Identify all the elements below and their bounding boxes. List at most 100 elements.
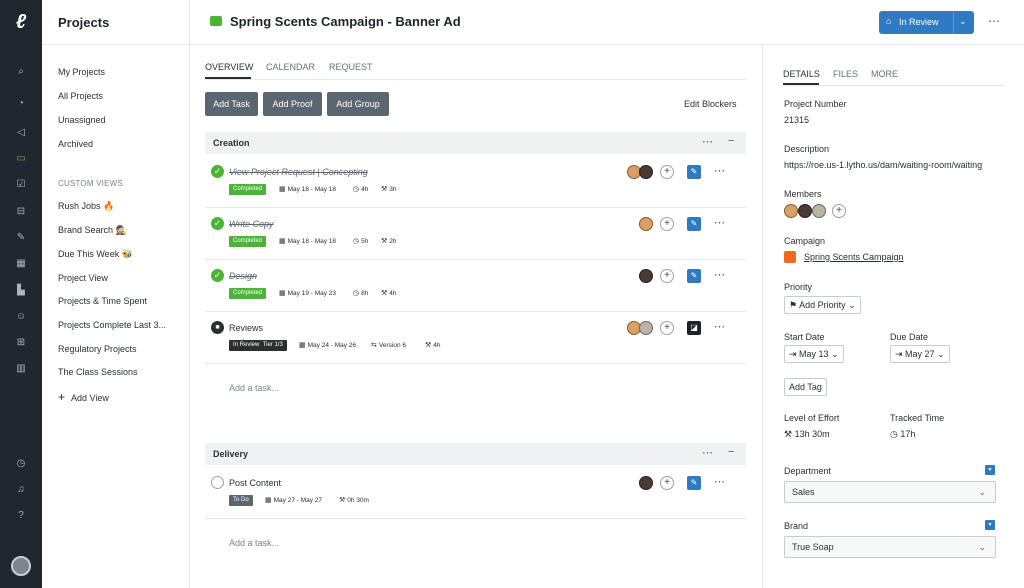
search-icon[interactable]: ⌕ xyxy=(11,64,31,80)
chevron-down-icon[interactable]: ⌄ xyxy=(959,16,967,27)
tasks-icon[interactable]: ☑ xyxy=(11,177,31,193)
avatar[interactable] xyxy=(639,476,653,490)
avatar[interactable] xyxy=(798,204,812,218)
check-icon[interactable]: ✓ xyxy=(211,165,224,178)
task-row[interactable]: ✓ View Project Request | Concepting Comp… xyxy=(205,156,746,208)
task-edit-icon[interactable]: ✎ xyxy=(687,476,701,490)
avatar[interactable] xyxy=(639,165,653,179)
task-row[interactable]: ✓ Design Completed ▦ May 19 - May 23 ◷ 8h … xyxy=(205,260,746,312)
more-options-icon[interactable]: ⋯ xyxy=(714,164,725,177)
collapse-icon[interactable]: − xyxy=(728,135,734,147)
view-item[interactable]: The Class Sessions xyxy=(58,367,138,377)
view-item[interactable]: Regulatory Projects xyxy=(58,344,137,354)
clock-icon[interactable]: ◷ xyxy=(11,456,31,472)
task-name[interactable]: Reviews xyxy=(229,323,263,333)
department-select[interactable]: Sales ⌄ xyxy=(784,481,996,503)
more-options-icon[interactable]: ⋯ xyxy=(702,135,713,148)
task-name[interactable]: View Project Request | Concepting xyxy=(229,167,368,177)
pin-icon[interactable]: ▾ xyxy=(985,520,995,530)
task-dates: ▦ May 18 - May 18 xyxy=(279,185,336,193)
add-assignee-icon[interactable]: + xyxy=(660,476,674,490)
proof-icon[interactable]: ◪ xyxy=(687,321,701,335)
inbox-icon[interactable]: ⊟ xyxy=(11,204,31,220)
priority-dropdown[interactable]: ⚑ Add Priority ⌄ xyxy=(784,296,861,314)
description-value[interactable]: https://roe.us-1.lytho.us/dam/waiting-ro… xyxy=(784,160,982,170)
tab-more[interactable]: MORE xyxy=(871,69,898,79)
campaign-link[interactable]: Spring Scents Campaign xyxy=(804,252,904,262)
check-icon[interactable]: ✓ xyxy=(211,217,224,230)
status-badge: Completed xyxy=(229,236,267,247)
logo-icon[interactable]: ℓ xyxy=(9,10,33,34)
user-avatar[interactable] xyxy=(11,556,31,576)
reports-icon[interactable]: ▙ xyxy=(11,283,31,299)
task-row[interactable]: Post Content To Do ▦ May 27 - May 27 ⚒ 0h … xyxy=(205,467,746,519)
task-edit-icon[interactable]: ✎ xyxy=(687,269,701,283)
sidebar-item-my-projects[interactable]: My Projects xyxy=(58,67,105,77)
view-item[interactable]: Projects Complete Last 3... xyxy=(58,320,166,330)
sidebar-item-unassigned[interactable]: Unassigned xyxy=(58,115,106,125)
view-item[interactable]: Projects & Time Spent xyxy=(58,296,147,306)
task-row[interactable]: ✓ Write Copy Completed ▦ May 18 - May 18 … xyxy=(205,208,746,260)
add-task-button[interactable]: Add Task xyxy=(205,92,258,116)
status-button[interactable]: ⌂ In Review ⌄ xyxy=(879,11,974,34)
task-name[interactable]: Write Copy xyxy=(229,219,274,229)
user-icon[interactable]: ☺ xyxy=(11,309,31,325)
add-group-button[interactable]: Add Group xyxy=(327,92,389,116)
tab-details[interactable]: DETAILS xyxy=(783,69,820,79)
calendar-icon[interactable]: ▦ xyxy=(11,256,31,272)
view-item[interactable]: Brand Search 🕵 xyxy=(58,225,127,236)
add-task-input[interactable]: Add a task... xyxy=(229,383,279,393)
request-icon[interactable]: ✎ xyxy=(11,230,31,246)
avatar[interactable] xyxy=(639,321,653,335)
tab-files[interactable]: FILES xyxy=(833,69,858,79)
brand-select[interactable]: True Soap ⌄ xyxy=(784,536,996,558)
sidebar-item-archived[interactable]: Archived xyxy=(58,139,93,149)
task-name[interactable]: Post Content xyxy=(229,478,281,488)
help-icon[interactable]: ? xyxy=(11,508,31,524)
due-date-picker[interactable]: ⇥ May 27 ⌄ xyxy=(890,345,950,363)
add-assignee-icon[interactable]: + xyxy=(660,217,674,231)
more-options-icon[interactable]: ⋯ xyxy=(988,14,1001,28)
start-date-picker[interactable]: ⇥ May 13 ⌄ xyxy=(784,345,844,363)
avatar[interactable] xyxy=(812,204,826,218)
add-assignee-icon[interactable]: + xyxy=(660,321,674,335)
task-edit-icon[interactable]: ✎ xyxy=(687,165,701,179)
tab-request[interactable]: REQUEST xyxy=(329,62,373,72)
megaphone-icon[interactable]: ◁ xyxy=(11,125,31,141)
tab-overview[interactable]: OVERVIEW xyxy=(205,62,253,72)
add-assignee-icon[interactable]: + xyxy=(660,269,674,283)
more-options-icon[interactable]: ⋯ xyxy=(714,216,725,229)
avatar[interactable] xyxy=(639,217,653,231)
avatar[interactable] xyxy=(639,269,653,283)
collapse-icon[interactable]: − xyxy=(728,446,734,458)
lock-icon[interactable]: ■ xyxy=(211,321,224,334)
avatar[interactable] xyxy=(784,204,798,218)
dashboard-icon[interactable]: ◔ xyxy=(11,96,31,112)
add-member-icon[interactable]: + xyxy=(832,204,846,218)
sidebar-item-all-projects[interactable]: All Projects xyxy=(58,91,103,101)
folder-icon[interactable]: ▭ xyxy=(11,151,31,167)
more-options-icon[interactable]: ⋯ xyxy=(714,320,725,333)
task-name[interactable]: Design xyxy=(229,271,257,281)
bell-icon[interactable]: ♫ xyxy=(11,482,31,498)
task-row[interactable]: ■ Reviews In Review Tier 1/3 ▦ May 24 - M… xyxy=(205,312,746,364)
pin-icon[interactable]: ▾ xyxy=(985,465,995,475)
view-item[interactable]: Due This Week 🐝 xyxy=(58,249,133,260)
more-options-icon[interactable]: ⋯ xyxy=(714,475,725,488)
add-task-input[interactable]: Add a task... xyxy=(229,538,279,548)
add-assignee-icon[interactable]: + xyxy=(660,165,674,179)
more-options-icon[interactable]: ⋯ xyxy=(702,446,713,459)
chart-icon[interactable]: ▥ xyxy=(11,361,31,377)
more-options-icon[interactable]: ⋯ xyxy=(714,268,725,281)
todo-icon[interactable] xyxy=(211,476,224,489)
check-icon[interactable]: ✓ xyxy=(211,269,224,282)
add-proof-button[interactable]: Add Proof xyxy=(263,92,322,116)
tab-calendar[interactable]: CALENDAR xyxy=(266,62,315,72)
edit-blockers-button[interactable]: Edit Blockers xyxy=(684,99,737,109)
task-edit-icon[interactable]: ✎ xyxy=(687,217,701,231)
layout-icon[interactable]: ⊞ xyxy=(11,335,31,351)
add-tag-button[interactable]: Add Tag xyxy=(784,378,827,396)
view-item[interactable]: Project View xyxy=(58,273,108,283)
view-item[interactable]: Rush Jobs 🔥 xyxy=(58,201,114,212)
add-view-button[interactable]: + Add View xyxy=(58,390,109,404)
